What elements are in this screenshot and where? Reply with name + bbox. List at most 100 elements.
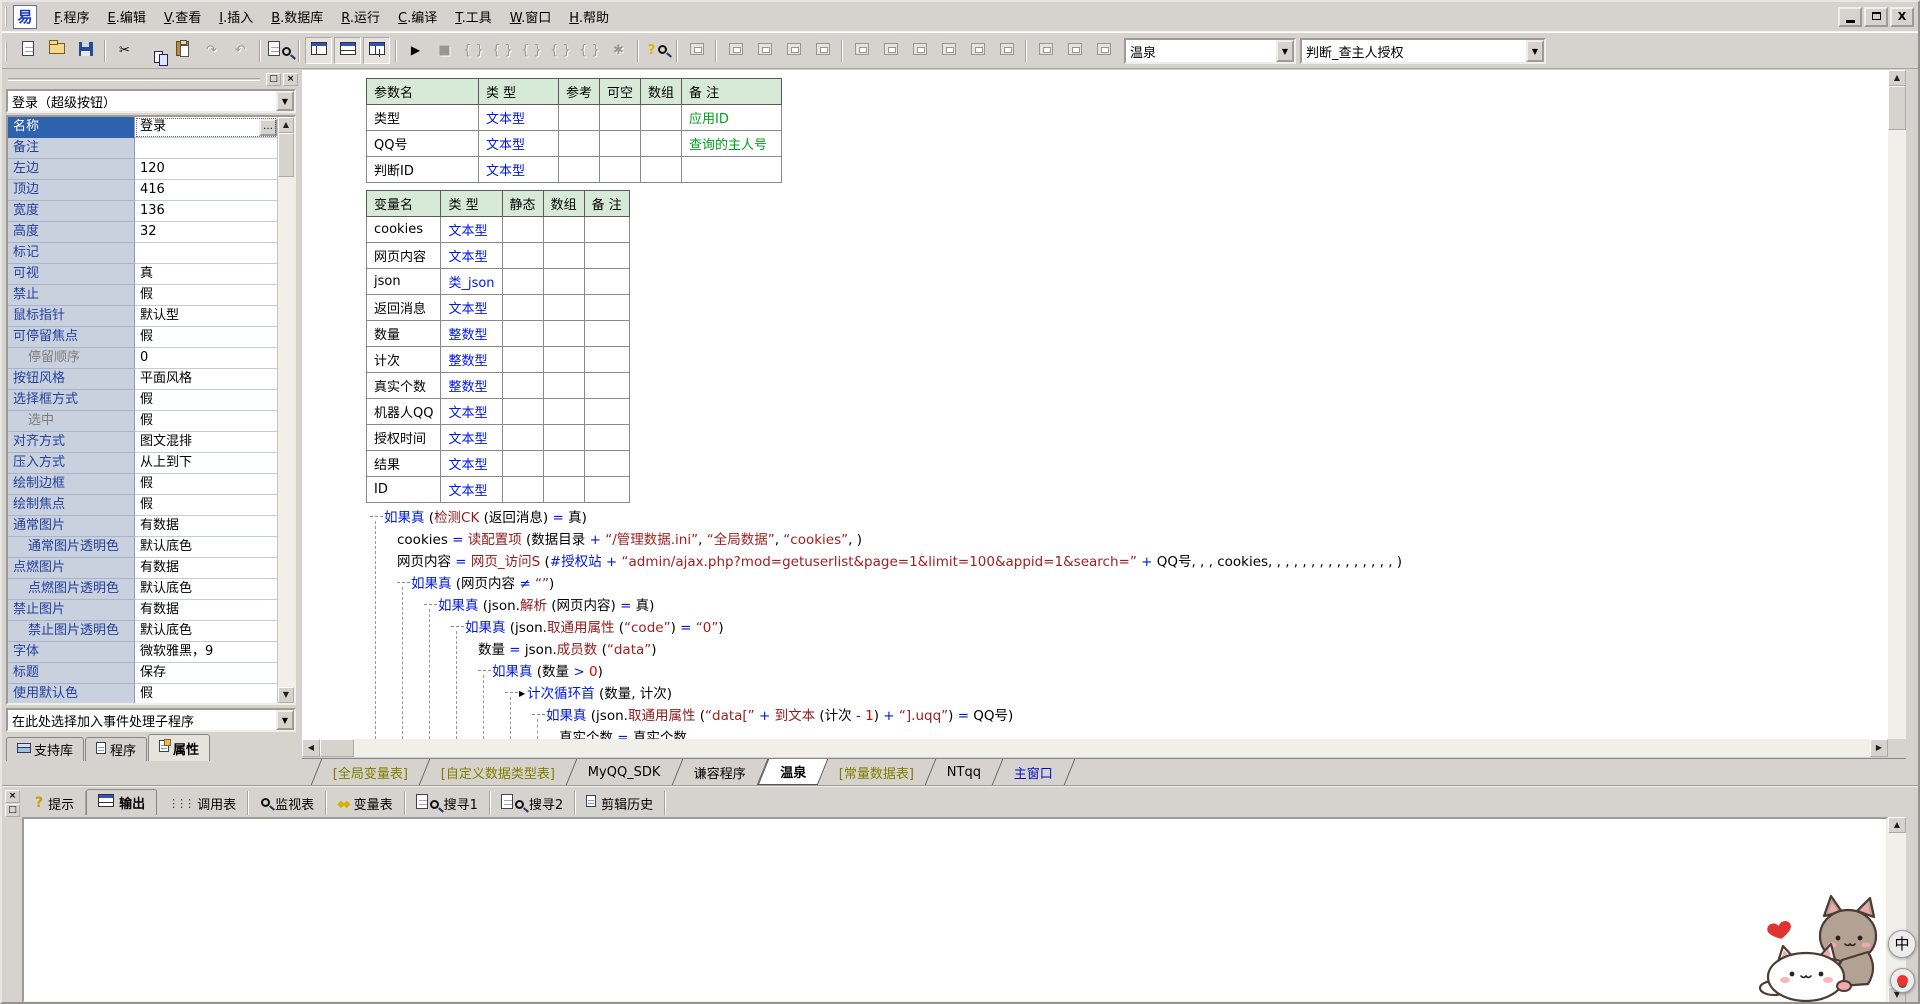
toolbar-grip[interactable] <box>5 7 9 27</box>
table-row[interactable]: 网页内容文本型 <box>367 243 630 269</box>
menu-item-F[interactable]: F.程序 <box>45 4 99 29</box>
table-row[interactable]: ID文本型 <box>367 477 630 503</box>
table-cell[interactable]: 文本型 <box>441 217 502 243</box>
chevron-down-icon[interactable]: ▼ <box>276 91 294 111</box>
code-line[interactable]: 如果真 (json.取通用属性 (“data[” + 到文本 (计次 - 1) … <box>532 705 1013 727</box>
ime-indicator[interactable]: 中 <box>1888 930 1916 958</box>
table-cell[interactable] <box>584 399 629 425</box>
center-horizontal-button[interactable] <box>848 37 875 64</box>
table-cell[interactable] <box>584 321 629 347</box>
table-cell[interactable] <box>543 347 584 373</box>
table-cell[interactable]: 真实个数 <box>367 373 441 399</box>
property-value[interactable]: 0 <box>135 348 277 369</box>
output-tab-提示[interactable]: ?提示 <box>24 791 86 815</box>
object-selector[interactable]: 登录（超级按钮） ▼ <box>6 89 296 113</box>
window-combobox[interactable]: 温泉 ▼ <box>1124 38 1296 64</box>
undo-button[interactable]: ↶ <box>227 37 254 64</box>
editor-tab-[全局变量表][interactable]: [全局变量表] <box>311 759 431 785</box>
table-cell[interactable]: ID <box>367 477 441 503</box>
table-cell[interactable]: 整数型 <box>441 347 502 373</box>
property-row[interactable]: 通常图片有数据 <box>8 516 277 537</box>
property-value[interactable]: 有数据 <box>135 516 277 537</box>
property-row[interactable]: 可视真 <box>8 264 277 285</box>
table-cell[interactable]: QQ号 <box>367 131 479 157</box>
property-value[interactable]: 登录… <box>135 117 277 138</box>
property-value[interactable]: 默认底色 <box>135 537 277 558</box>
table-row[interactable]: 真实个数整数型 <box>367 373 630 399</box>
property-row[interactable]: 绘制焦点假 <box>8 495 277 516</box>
scroll-up-icon[interactable]: ▲ <box>1888 70 1906 86</box>
property-row[interactable]: 选中假 <box>8 411 277 432</box>
more-button[interactable]: … <box>259 119 277 136</box>
table-cell[interactable] <box>502 425 543 451</box>
output-tab-变量表[interactable]: ◆◆变量表 <box>326 791 404 815</box>
output-close-icon[interactable]: × <box>5 790 20 803</box>
property-value[interactable]: 有数据 <box>135 600 277 621</box>
output-maximize-icon[interactable]: □ <box>5 804 20 817</box>
routine-combobox[interactable]: 判断_查主人授权 ▼ <box>1300 38 1546 64</box>
code-line[interactable]: 如果真 (检测CK (返回消息) = 真) <box>370 507 587 529</box>
layout-split-button[interactable] <box>305 37 332 64</box>
property-row[interactable]: 禁止图片有数据 <box>8 600 277 621</box>
table-cell[interactable] <box>502 399 543 425</box>
property-row[interactable]: 左边120 <box>8 159 277 180</box>
run-to-cursor-button[interactable]: { } <box>576 37 603 64</box>
table-cell[interactable] <box>682 157 782 183</box>
window-editor-button[interactable] <box>683 37 710 64</box>
property-value[interactable]: 32 <box>135 222 277 243</box>
table-cell[interactable]: json <box>367 269 441 295</box>
table-cell[interactable] <box>502 295 543 321</box>
property-value[interactable] <box>135 138 277 159</box>
table-row[interactable]: 类型文本型应用ID <box>367 105 782 131</box>
table-cell[interactable]: 文本型 <box>479 131 559 157</box>
stop-button[interactable]: ■ <box>431 37 458 64</box>
scroll-down-icon[interactable]: ▼ <box>278 687 294 703</box>
panel-maximize-icon[interactable]: □ <box>266 73 281 86</box>
table-row[interactable]: 计次整数型 <box>367 347 630 373</box>
panel-close-icon[interactable]: × <box>283 73 298 86</box>
property-value[interactable]: 假 <box>135 474 277 495</box>
property-value[interactable]: 默认型 <box>135 306 277 327</box>
table-cell[interactable] <box>584 269 629 295</box>
table-cell[interactable]: 查询的主人号 <box>682 131 782 157</box>
toolbar-grip[interactable] <box>5 41 9 61</box>
code-line[interactable]: 如果真 (数量 > 0) <box>478 661 603 683</box>
property-value[interactable]: 有数据 <box>135 558 277 579</box>
code-line[interactable]: 如果真 (网页内容 ≠ “”) <box>397 573 554 595</box>
table-cell[interactable] <box>502 477 543 503</box>
table-cell[interactable] <box>543 295 584 321</box>
table-row[interactable]: QQ号文本型 查询的主人号 <box>367 131 782 157</box>
code-line[interactable]: 如果真 (json.解析 (网页内容) = 真) <box>424 595 654 617</box>
copy-button[interactable] <box>140 37 167 64</box>
table-cell[interactable]: 文本型 <box>441 243 502 269</box>
output-tab-剪辑历史[interactable]: 剪辑历史 <box>575 791 665 815</box>
property-grid-scrollbar[interactable]: ▲ ▼ <box>277 117 294 703</box>
table-cell[interactable]: 应用ID <box>682 105 782 131</box>
table-cell[interactable] <box>600 131 641 157</box>
table-row[interactable]: 授权时间文本型 <box>367 425 630 451</box>
code-line[interactable]: cookies = 读配置项 (数据目录 + “/管理数据.ini”, “全局数… <box>397 529 862 551</box>
table-cell[interactable]: 网页内容 <box>367 243 441 269</box>
property-value[interactable]: 微软雅黑，9 <box>135 642 277 663</box>
chevron-down-icon[interactable]: ▼ <box>1526 40 1544 62</box>
table-cell[interactable] <box>543 217 584 243</box>
restore-button[interactable] <box>1864 7 1888 27</box>
space-down-button[interactable] <box>935 37 962 64</box>
table-cell[interactable] <box>502 269 543 295</box>
scroll-up-icon[interactable]: ▲ <box>278 117 294 133</box>
property-value[interactable]: 默认底色 <box>135 621 277 642</box>
property-row[interactable]: 名称登录… <box>8 117 277 138</box>
table-cell[interactable]: 返回消息 <box>367 295 441 321</box>
table-row[interactable]: 结果文本型 <box>367 451 630 477</box>
table-cell[interactable]: 文本型 <box>441 451 502 477</box>
property-row[interactable]: 高度32 <box>8 222 277 243</box>
find-button[interactable] <box>266 37 293 64</box>
table-cell[interactable] <box>584 217 629 243</box>
property-value[interactable]: 保存 <box>135 663 277 684</box>
property-row[interactable]: 可停留焦点假 <box>8 327 277 348</box>
property-value[interactable]: 真 <box>135 264 277 285</box>
table-cell[interactable] <box>543 243 584 269</box>
scrollbar-thumb[interactable] <box>278 133 294 177</box>
menu-item-T[interactable]: T.工具 <box>446 4 501 29</box>
align-right-button[interactable] <box>751 37 778 64</box>
